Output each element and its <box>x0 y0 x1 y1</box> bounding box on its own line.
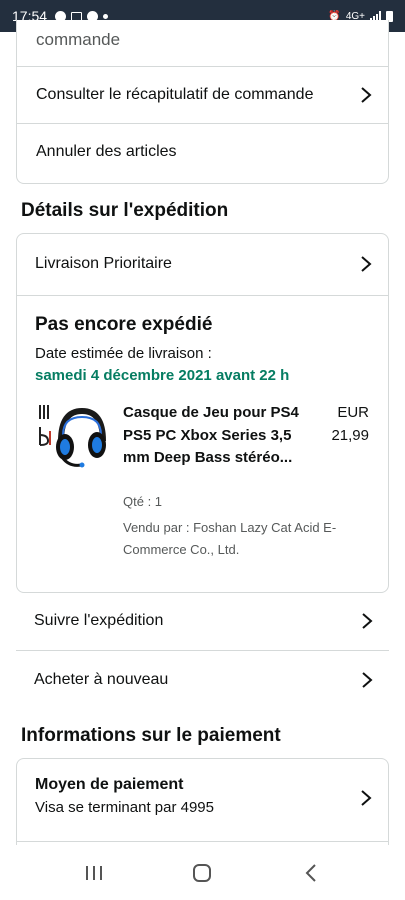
partial-row[interactable]: commande <box>17 28 388 52</box>
shipment-actions: Suivre l'expédition Acheter à nouveau <box>16 592 389 708</box>
product-image[interactable] <box>37 401 107 471</box>
recent-apps-button[interactable] <box>64 853 124 893</box>
home-button[interactable] <box>172 853 232 893</box>
partial-row-label: commande <box>36 30 121 49</box>
delivery-option-row[interactable]: Livraison Prioritaire <box>17 234 388 294</box>
delivery-option-label: Livraison Prioritaire <box>35 255 172 272</box>
payment-section-title: Informations sur le paiement <box>21 725 281 746</box>
product-price: EUR 21,99 <box>331 402 369 447</box>
back-button[interactable] <box>281 853 341 893</box>
product-seller: Vendu par : Foshan Lazy Cat Acid E-Comme… <box>123 520 337 557</box>
price-currency: EUR <box>337 404 369 421</box>
estimate-date: samedi 4 décembre 2021 avant 22 h <box>35 367 290 384</box>
payment-method-label: Moyen de paiement <box>35 776 184 793</box>
product-title[interactable]: Casque de Jeu pour PS4 PS5 PC Xbox Serie… <box>123 402 303 470</box>
chevron-right-icon <box>362 612 373 629</box>
chevron-right-icon <box>361 87 372 103</box>
order-summary-label: Consulter le récapitulatif de commande <box>36 86 314 103</box>
home-icon <box>193 863 212 882</box>
price-amount: 21,99 <box>331 426 369 444</box>
divider <box>17 295 388 296</box>
shipment-status: Pas encore expédié <box>35 314 213 335</box>
chevron-right-icon <box>361 256 372 272</box>
chevron-right-icon <box>362 671 373 688</box>
more-notifications-icon <box>103 13 109 19</box>
recent-apps-icon <box>86 865 103 880</box>
shipping-section-title: Détails sur l'expédition <box>21 200 229 221</box>
order-actions-card: commande Consulter le récapitulatif de c… <box>16 20 389 184</box>
chevron-right-icon <box>361 790 372 806</box>
track-shipment-label: Suivre l'expédition <box>34 611 164 629</box>
buy-again-row[interactable]: Acheter à nouveau <box>16 651 389 708</box>
cancel-items-label: Annuler des articles <box>36 143 177 160</box>
track-shipment-row[interactable]: Suivre l'expédition <box>16 592 389 649</box>
product-quantity: Qté : 1 <box>123 494 163 509</box>
buy-again-label: Acheter à nouveau <box>34 670 169 688</box>
estimate-label: Date estimée de livraison : <box>35 345 212 362</box>
order-summary-row[interactable]: Consulter le récapitulatif de commande <box>17 67 388 123</box>
cancel-items-row[interactable]: Annuler des articles <box>17 124 388 180</box>
payment-method-value: Visa se terminant par 4995 <box>35 799 214 816</box>
back-icon <box>305 863 316 882</box>
divider <box>17 841 388 842</box>
shipment-card: Livraison Prioritaire Pas encore expédié… <box>16 233 389 593</box>
system-nav-bar <box>0 845 405 900</box>
